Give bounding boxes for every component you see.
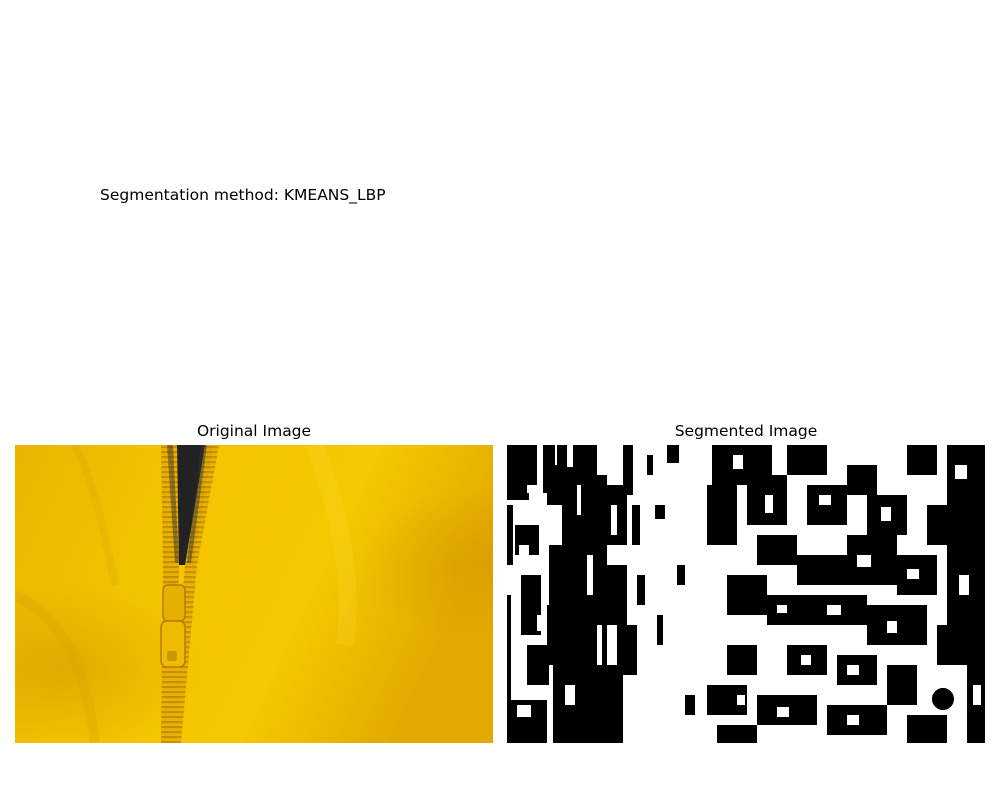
segmented-image <box>507 445 985 743</box>
original-image <box>15 445 493 743</box>
segmented-image-graphic <box>507 445 985 743</box>
original-image-title: Original Image <box>196 422 312 440</box>
segmentation-method-label: Segmentation method: KMEANS_LBP <box>100 186 386 204</box>
original-image-graphic <box>15 445 493 743</box>
figure: { "figure": { "method_text": "Segmentati… <box>0 0 1000 800</box>
segmented-image-title: Segmented Image <box>674 422 818 440</box>
